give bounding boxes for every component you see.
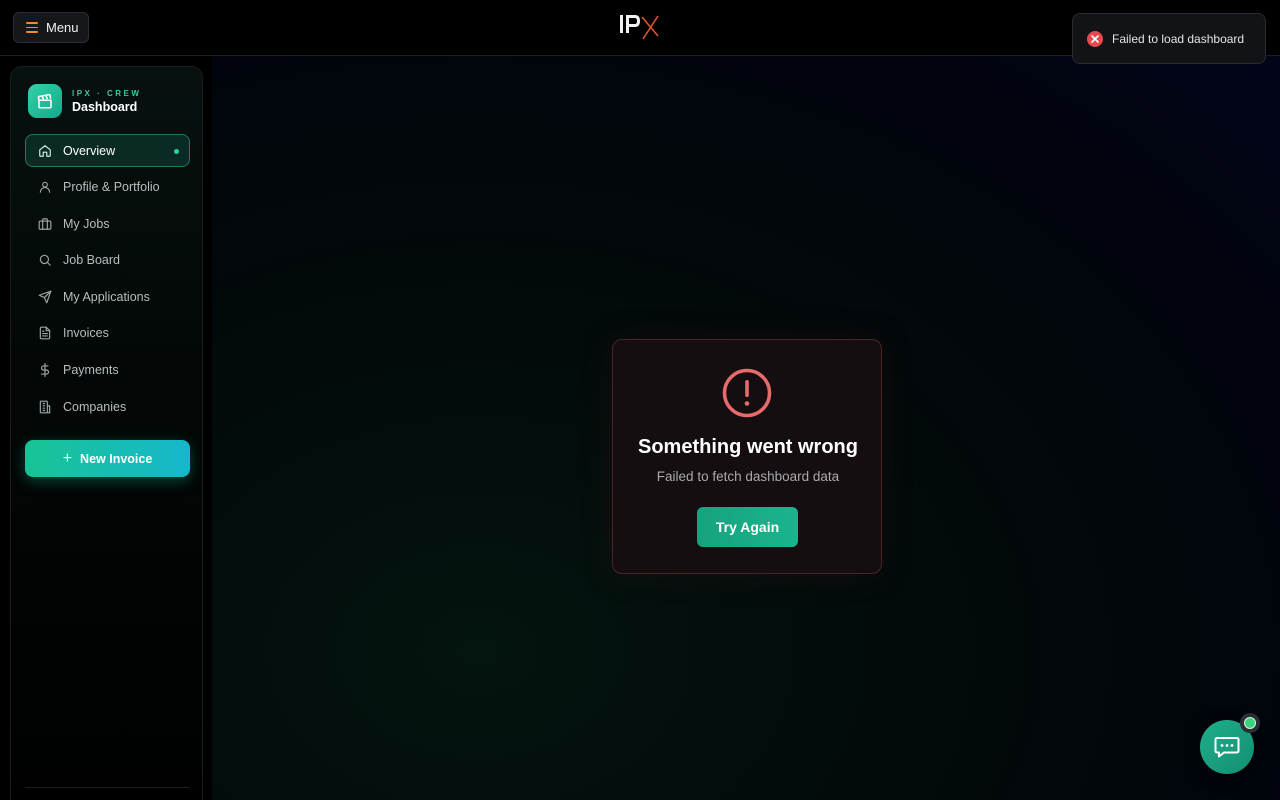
divider — [25, 787, 190, 788]
toast-message: Failed to load dashboard — [1112, 31, 1245, 46]
sidebar-item-label: Invoices — [63, 326, 109, 341]
document-icon — [38, 326, 52, 340]
new-invoice-label: New Invoice — [80, 451, 153, 466]
menu-label: Menu — [46, 20, 79, 35]
alert-circle-icon — [722, 368, 772, 418]
ipx-logo[interactable] — [618, 12, 662, 42]
sidebar-nav: Overview Profile & Portfolio My Jobs Job… — [25, 134, 190, 427]
sidebar-item-job-board[interactable]: Job Board — [25, 244, 190, 277]
sidebar-item-label: Overview — [63, 143, 116, 158]
sidebar-item-label: Job Board — [63, 253, 120, 268]
clapperboard-icon — [28, 84, 62, 118]
home-icon — [38, 144, 52, 158]
sidebar-item-label: My Jobs — [63, 216, 110, 231]
online-status-indicator — [1240, 713, 1260, 733]
briefcase-icon — [38, 217, 52, 231]
error-title: Something went wrong — [638, 436, 858, 458]
sidebar-item-label: My Applications — [63, 289, 150, 304]
sidebar-item-companies[interactable]: Companies — [25, 390, 190, 423]
error-message: Failed to fetch dashboard data — [656, 469, 840, 484]
try-again-button[interactable]: Try Again — [697, 507, 798, 547]
brand-subtitle: IPX · CREW — [72, 88, 142, 98]
sidebar-item-label: Payments — [63, 363, 119, 378]
active-indicator — [174, 149, 179, 154]
sidebar-item-payments[interactable]: Payments — [25, 354, 190, 387]
plus-icon: + — [62, 449, 73, 467]
error-x-icon — [1087, 30, 1103, 47]
sidebar-item-profile[interactable]: Profile & Portfolio — [25, 171, 190, 204]
error-card: Something went wrong Failed to fetch das… — [612, 339, 882, 574]
sidebar: IPX · CREW Dashboard Overview Profile & … — [10, 66, 203, 800]
chat-icon — [1214, 737, 1240, 758]
building-icon — [38, 400, 52, 414]
sidebar-item-my-applications[interactable]: My Applications — [25, 280, 190, 313]
dollar-icon — [38, 363, 52, 378]
hamburger-icon — [26, 22, 38, 33]
sidebar-brand: IPX · CREW Dashboard — [28, 84, 141, 118]
sidebar-item-overview[interactable]: Overview — [25, 134, 190, 167]
send-icon — [38, 290, 52, 304]
search-icon — [38, 253, 52, 267]
new-invoice-button[interactable]: + New Invoice — [25, 440, 190, 477]
brand-title: Dashboard — [72, 99, 138, 114]
sidebar-item-label: Profile & Portfolio — [63, 180, 160, 195]
sidebar-item-my-jobs[interactable]: My Jobs — [25, 207, 190, 240]
sidebar-item-label: Companies — [63, 399, 127, 414]
error-toast: Failed to load dashboard — [1072, 13, 1266, 64]
user-icon — [38, 180, 52, 194]
sidebar-item-invoices[interactable]: Invoices — [25, 317, 190, 350]
menu-button[interactable]: Menu — [13, 12, 89, 43]
